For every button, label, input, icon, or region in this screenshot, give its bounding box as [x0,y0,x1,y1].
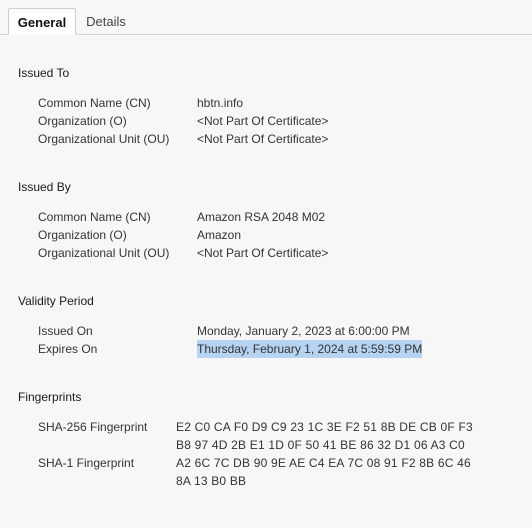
sha256-label: SHA-256 Fingerprint [38,420,148,434]
tab-general[interactable]: General [8,8,76,35]
sha256-value-line2: B8 97 4D 2B E1 1D 0F 50 41 BE 86 32 D1 0… [176,438,465,452]
issued-to-o-value[interactable]: <Not Part Of Certificate> [197,112,328,130]
issued-on-value[interactable]: Monday, January 2, 2023 at 6:00:00 PM [197,322,410,340]
sha256-value[interactable]: E2 C0 CA F0 D9 C9 23 1C 3E F2 51 8B DE C… [176,418,476,454]
expires-on-row: Expires On Thursday, February 1, 2024 at… [0,340,532,358]
issued-by-ou-row: Organizational Unit (OU) <Not Part Of Ce… [0,244,532,262]
sha1-value[interactable]: A2 6C 7C DB 90 9E AE C4 EA 7C 08 91 F2 8… [176,454,476,490]
issued-by-o-value[interactable]: Amazon [197,226,241,244]
validity-heading: Validity Period [18,294,94,308]
issued-by-ou-value[interactable]: <Not Part Of Certificate> [197,244,328,262]
issued-to-o-row: Organization (O) <Not Part Of Certificat… [0,112,532,130]
sha1-label: SHA-1 Fingerprint [38,456,135,470]
sha1-value-line1: A2 6C 7C DB 90 9E AE C4 EA 7C 08 91 F2 8… [176,456,471,470]
issued-to-ou-row: Organizational Unit (OU) <Not Part Of Ce… [0,130,532,148]
issued-to-o-label: Organization (O) [38,114,127,128]
expires-on-value[interactable]: Thursday, February 1, 2024 at 5:59:59 PM [197,340,423,358]
issued-to-heading: Issued To [18,66,70,80]
issued-to-ou-value[interactable]: <Not Part Of Certificate> [197,130,328,148]
sha256-value-line1: E2 C0 CA F0 D9 C9 23 1C 3E F2 51 8B DE C… [176,420,473,434]
issued-on-label: Issued On [38,324,93,338]
issued-by-cn-label: Common Name (CN) [38,210,151,224]
sha256-row: SHA-256 Fingerprint E2 C0 CA F0 D9 C9 23… [0,418,532,454]
issued-to-cn-row: Common Name (CN) hbtn.info [0,94,532,112]
issued-by-o-label: Organization (O) [38,228,127,242]
expires-on-label: Expires On [38,342,98,356]
issued-by-heading: Issued By [18,180,71,194]
issued-by-ou-label: Organizational Unit (OU) [38,246,170,260]
sha1-value-line2: 8A 13 B0 BB [176,474,247,488]
issued-by-o-row: Organization (O) Amazon [0,226,532,244]
issued-by-cn-value[interactable]: Amazon RSA 2048 M02 [197,208,325,226]
tab-bar: General Details [0,0,532,35]
issued-to-ou-label: Organizational Unit (OU) [38,132,170,146]
sha1-row: SHA-1 Fingerprint A2 6C 7C DB 90 9E AE C… [0,454,532,490]
issued-to-cn-label: Common Name (CN) [38,96,151,110]
tab-details[interactable]: Details [78,8,134,35]
issued-to-cn-value[interactable]: hbtn.info [197,94,243,112]
certificate-general-panel: Issued To Common Name (CN) hbtn.info Org… [0,35,532,528]
issued-on-row: Issued On Monday, January 2, 2023 at 6:0… [0,322,532,340]
fingerprints-heading: Fingerprints [18,390,82,404]
issued-by-cn-row: Common Name (CN) Amazon RSA 2048 M02 [0,208,532,226]
